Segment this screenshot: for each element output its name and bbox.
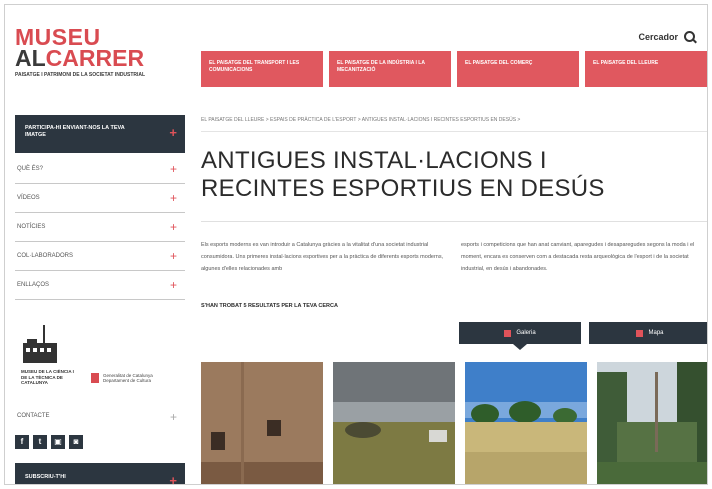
grid-icon bbox=[504, 329, 512, 337]
search-link[interactable]: Cercador bbox=[638, 31, 695, 42]
result-card[interactable] bbox=[465, 362, 587, 484]
plus-icon: + bbox=[169, 220, 177, 234]
subscribe-cta-label: SUBSCRIU-T'HI bbox=[25, 474, 66, 480]
plus-icon: + bbox=[169, 191, 177, 205]
plus-icon: + bbox=[169, 162, 177, 176]
social-links: f t ▣ ◙ bbox=[15, 435, 83, 449]
result-photo-ruined-wall bbox=[201, 362, 323, 484]
logo-line2: ALCARRER bbox=[15, 45, 175, 71]
nav-tab-industry[interactable]: EL PAISATGE DE LA INDÚSTRIA I LA MECANIT… bbox=[329, 51, 451, 87]
sidebar-item-news[interactable]: NOTÍCIES + bbox=[15, 213, 185, 242]
nav-tab-commerce[interactable]: EL PAISATGE DEL COMERÇ bbox=[457, 51, 579, 87]
sidebar-item-label: ENLLAÇOS bbox=[17, 282, 50, 288]
result-photo-field-building bbox=[333, 362, 455, 484]
plus-icon: + bbox=[169, 473, 177, 485]
sidebar-item-collaborators[interactable]: COL·LABORADORS + bbox=[15, 242, 185, 271]
result-card[interactable] bbox=[597, 362, 707, 484]
logo-subtitle: PAISATGE I PATRIMONI DE LA SOCIETAT INDU… bbox=[15, 72, 146, 78]
divider bbox=[201, 131, 707, 132]
site-logo[interactable]: MUSEU ALCARRER PAISATGE I PATRIMONI DE L… bbox=[15, 24, 175, 79]
divider bbox=[201, 221, 707, 222]
gallery-view-label: Galeria bbox=[516, 330, 536, 336]
sidebar-item-what-is[interactable]: QUÈ ÉS? + bbox=[15, 155, 185, 184]
search-label: Cercador bbox=[638, 31, 678, 42]
result-photo-dry-field bbox=[465, 362, 587, 484]
sidebar-item-videos[interactable]: VÍDEOS + bbox=[15, 184, 185, 213]
twitter-icon[interactable]: t bbox=[33, 435, 47, 449]
main-nav: EL PAISATGE DEL TRANSPORT I LES COMUNICA… bbox=[201, 51, 707, 87]
instagram-icon[interactable]: ◙ bbox=[69, 435, 83, 449]
sidebar-menu: QUÈ ÉS? + VÍDEOS + NOTÍCIES + COL·LABORA… bbox=[15, 155, 185, 300]
sidebar-item-label: QUÈ ÉS? bbox=[17, 166, 44, 172]
map-view-label: Mapa bbox=[648, 330, 664, 336]
nav-tab-transport[interactable]: EL PAISATGE DEL TRANSPORT I LES COMUNICA… bbox=[201, 51, 323, 87]
map-icon bbox=[636, 329, 644, 337]
logo-line1: MUSEU bbox=[15, 24, 101, 50]
youtube-icon[interactable]: ▣ bbox=[51, 435, 65, 449]
generalitat-icon bbox=[91, 373, 99, 383]
facebook-icon[interactable]: f bbox=[15, 435, 29, 449]
results-count: S'HAN TROBAT 5 RESULTATS PER LA TEVA CER… bbox=[201, 303, 338, 309]
page: MUSEU ALCARRER PAISATGE I PATRIMONI DE L… bbox=[4, 4, 708, 485]
generalitat-text: Generalitat de Catalunya Departament de … bbox=[103, 373, 153, 383]
plus-icon: + bbox=[169, 410, 177, 424]
results-gallery bbox=[201, 362, 707, 484]
partner-logos: MUSEU DE LA CIÈNCIA I DE LA TÈCNICA DE C… bbox=[15, 325, 155, 395]
sidebar-item-label: COL·LABORADORS bbox=[17, 253, 74, 259]
page-title: ANTIGUES INSTAL·LACIONS I RECINTES ESPOR… bbox=[201, 147, 605, 202]
sidebar-item-label: VÍDEOS bbox=[17, 195, 40, 201]
search-icon bbox=[684, 31, 695, 42]
plus-icon: + bbox=[169, 249, 177, 263]
sidebar-item-contact[interactable]: CONTACTE + bbox=[15, 408, 185, 426]
result-card[interactable] bbox=[333, 362, 455, 484]
contact-label: CONTACTE bbox=[17, 413, 50, 419]
sidebar-item-label: NOTÍCIES bbox=[17, 224, 46, 230]
subscribe-cta[interactable]: SUBSCRIU-T'HI + bbox=[15, 463, 185, 485]
plus-icon: + bbox=[169, 125, 177, 140]
participate-cta[interactable]: PARTICIPA-HI ENVIANT-NOS LA TEVA IMATGE … bbox=[15, 115, 185, 153]
sidebar-item-links[interactable]: ENLLAÇOS + bbox=[15, 271, 185, 300]
map-view-button[interactable]: Mapa bbox=[589, 322, 707, 344]
logo-line2-suffix: CARRER bbox=[45, 45, 145, 71]
nav-tab-leisure[interactable]: EL PAISATGE DEL LLEURE bbox=[585, 51, 707, 87]
intro-text-col1: Els esports moderns es van introduir a C… bbox=[201, 242, 444, 272]
breadcrumb[interactable]: EL PAISATGE DEL LLEURE > Espais de pràct… bbox=[201, 117, 520, 123]
logo-line2-prefix: AL bbox=[15, 45, 46, 71]
gallery-view-button[interactable]: Galeria bbox=[459, 322, 581, 350]
result-card[interactable] bbox=[201, 362, 323, 484]
plus-icon: + bbox=[169, 278, 177, 292]
museum-building-icon[interactable] bbox=[21, 325, 59, 365]
result-photo-forest bbox=[597, 362, 707, 484]
museum-name: MUSEU DE LA CIÈNCIA I DE LA TÈCNICA DE C… bbox=[21, 369, 74, 385]
participate-cta-label: PARTICIPA-HI ENVIANT-NOS LA TEVA IMATGE bbox=[25, 125, 125, 138]
intro-text-col2: esports i competicions que han anat canv… bbox=[461, 242, 695, 272]
